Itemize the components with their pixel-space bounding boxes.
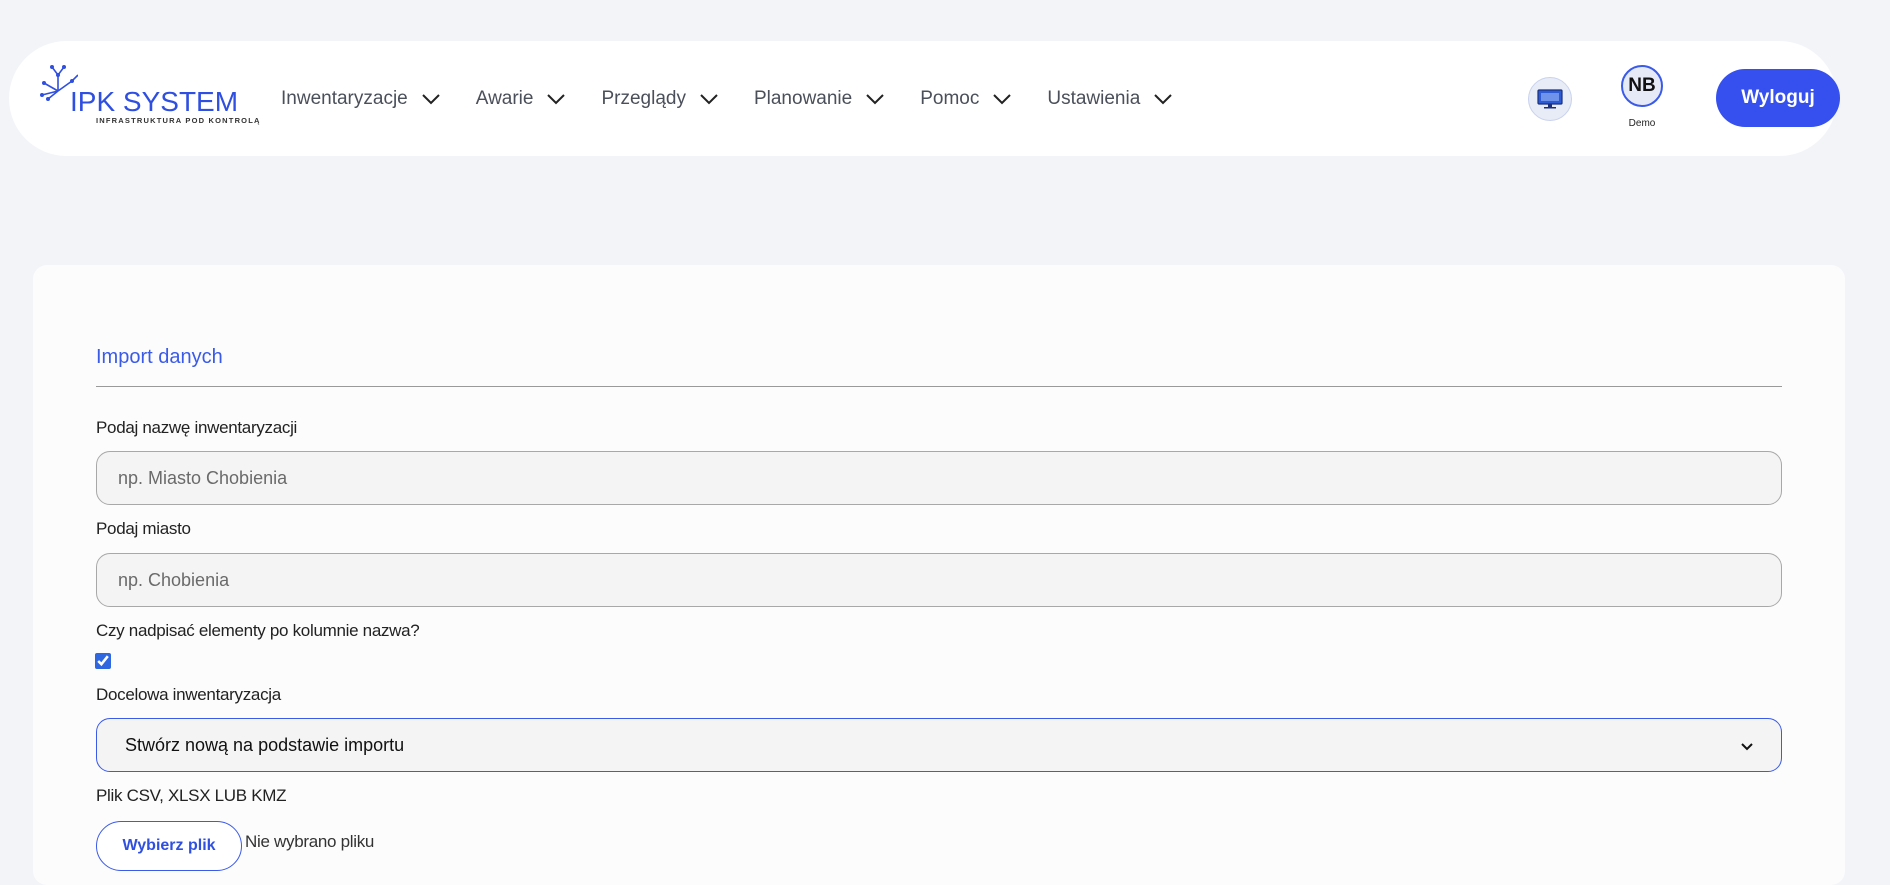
section-title: Import danych	[96, 346, 223, 368]
file-status: Nie wybrano pliku	[245, 832, 375, 851]
nav-item-label: Przeglądy	[601, 87, 686, 109]
import-card: Import danych Podaj nazwę inwentaryzacji…	[33, 265, 1845, 885]
nav-item-awarie[interactable]: Awarie	[476, 88, 566, 110]
nav-item-planowanie[interactable]: Planowanie	[754, 88, 884, 110]
name-label: Podaj nazwę inwentaryzacji	[96, 418, 298, 437]
top-navbar: IPK SYSTEM INFRASTRUKTURA POD KONTROLĄ I…	[9, 41, 1840, 156]
chevron-down-icon	[1741, 735, 1753, 756]
monitor-icon	[1537, 89, 1563, 109]
screen-mode-button[interactable]	[1528, 77, 1572, 121]
chevron-down-icon	[1154, 93, 1173, 105]
nav-item-label: Planowanie	[753, 87, 853, 109]
chevron-down-icon	[866, 93, 884, 105]
divider	[96, 386, 1782, 387]
overwrite-label: Czy nadpisać elementy po kolumnie nazwa?	[96, 621, 420, 640]
nav-item-label: Awarie	[475, 87, 534, 109]
logo-title: IPK SYSTEM	[70, 86, 239, 117]
nav-item-label: Ustawienia	[1047, 87, 1141, 109]
chevron-down-icon	[422, 93, 440, 105]
chevron-down-icon	[993, 93, 1012, 105]
file-label: Plik CSV, XLSX LUB KMZ	[96, 786, 287, 805]
nav-item-pomoc[interactable]: Pomoc	[920, 87, 1012, 110]
choose-file-button[interactable]: Wybierz plik	[96, 821, 242, 871]
overwrite-checkbox[interactable]	[95, 653, 111, 669]
user-name: Demo	[1628, 118, 1656, 129]
logo-subtitle: INFRASTRUKTURA POD KONTROLĄ	[96, 116, 261, 125]
avatar[interactable]: NB	[1621, 65, 1663, 107]
logo[interactable]: IPK SYSTEM INFRASTRUKTURA POD KONTROLĄ	[38, 61, 259, 131]
chevron-down-icon	[547, 93, 566, 105]
main-nav: Inwentaryzacje Awarie Przeglądy Planowan…	[281, 41, 1208, 156]
chevron-down-icon	[700, 93, 718, 105]
select-value: Stwórz nową na podstawie importu	[125, 734, 405, 755]
city-label: Podaj miasto	[96, 519, 191, 538]
target-inventory-select[interactable]: Stwórz nową na podstawie importu	[96, 718, 1782, 772]
nav-item-label: Pomoc	[920, 87, 980, 109]
city-input[interactable]	[96, 553, 1782, 607]
target-label: Docelowa inwentaryzacja	[96, 685, 281, 704]
nav-item-przeglady[interactable]: Przeglądy	[601, 88, 718, 110]
nav-item-label: Inwentaryzacje	[281, 87, 408, 109]
logout-button[interactable]: Wyloguj	[1716, 69, 1840, 127]
nav-item-inwentaryzacje[interactable]: Inwentaryzacje	[281, 88, 440, 110]
inventory-name-input[interactable]	[96, 451, 1782, 505]
nav-item-ustawienia[interactable]: Ustawienia	[1047, 87, 1173, 110]
